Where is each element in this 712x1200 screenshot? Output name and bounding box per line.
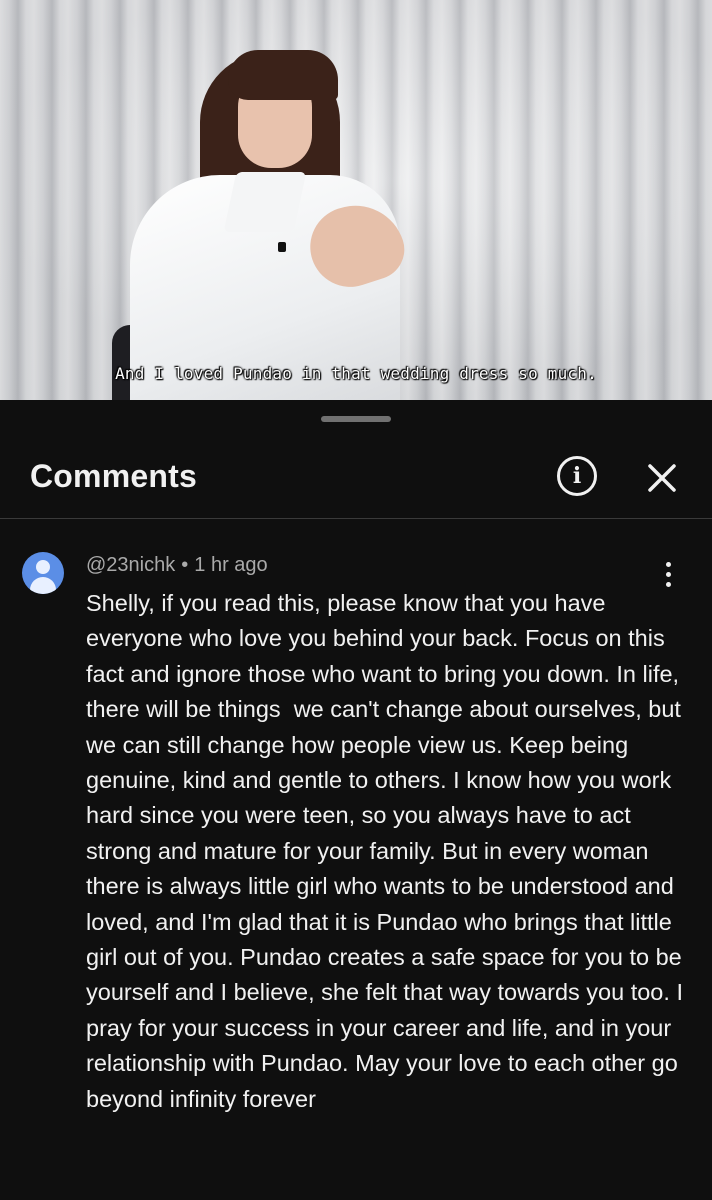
comment-author[interactable]: @23nichk — [86, 554, 175, 576]
close-icon — [648, 464, 676, 492]
video-person-collar — [223, 172, 307, 232]
video-player[interactable]: And I loved Pundao in that wedding dress… — [0, 0, 712, 400]
app-screen: And I loved Pundao in that wedding dress… — [0, 0, 712, 1200]
comment-meta: @23nichk • 1 hr ago — [86, 554, 268, 577]
avatar[interactable] — [22, 552, 64, 594]
comment-time: 1 hr ago — [194, 554, 268, 576]
comments-header: Comments i — [0, 440, 712, 518]
video-person-fringe — [228, 50, 338, 100]
meta-separator: • — [181, 554, 189, 576]
video-subtitle: And I loved Pundao in that wedding dress… — [115, 364, 597, 383]
comments-sheet: Comments i @23nichk • 1 hr ago Shelly, i… — [0, 400, 712, 1200]
header-divider — [0, 518, 712, 519]
avatar-shoulders — [30, 577, 56, 594]
sheet-drag-handle[interactable] — [321, 416, 391, 422]
comments-title: Comments — [30, 458, 197, 494]
info-icon: i — [572, 463, 582, 489]
info-button[interactable]: i — [557, 456, 597, 496]
video-mic — [278, 242, 286, 252]
comment-text: Shelly, if you read this, please know th… — [86, 590, 690, 1112]
avatar-head — [36, 560, 50, 574]
close-button[interactable] — [640, 456, 684, 500]
